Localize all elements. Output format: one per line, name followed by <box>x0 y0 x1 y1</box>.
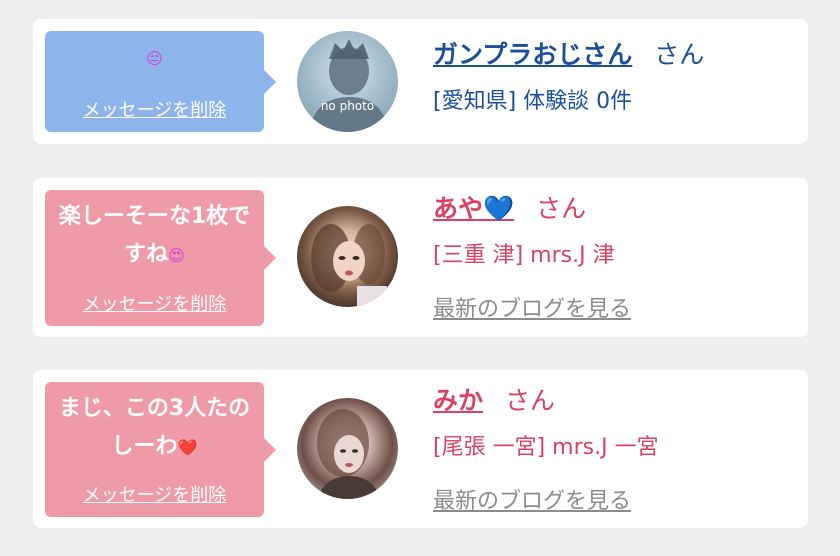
delete-message-link[interactable]: メッセージを削除 <box>45 290 264 316</box>
user-location-line: [愛知県] 体験談 0件 <box>433 83 704 115</box>
honorific: さん <box>654 40 705 69</box>
message-bubble: 楽しーそーな1枚ですね😍 メッセージを削除 <box>45 190 276 326</box>
message-text: 😐 <box>45 45 264 72</box>
red-heart-icon: ❤️ <box>177 438 198 457</box>
blue-heart-icon: 💙 <box>483 194 515 223</box>
heart-eyes-icon: 😍 <box>168 246 185 265</box>
user-name-link[interactable]: みか <box>433 386 483 415</box>
latest-blog-link[interactable]: 最新のブログを見る <box>433 483 659 515</box>
user-info: あや💙 さん [三重 津] mrs.J 津 最新のブログを見る <box>433 190 631 323</box>
user-photo <box>311 224 387 307</box>
user-location-line: [尾張 一宮] mrs.J 一宮 <box>433 429 659 461</box>
user-location: [尾張 一宮] <box>433 435 546 460</box>
user-name-line: みか さん <box>433 382 659 420</box>
user-location: [愛知県] <box>433 89 517 114</box>
message-body: 楽しーそーな1枚ですね <box>58 204 251 267</box>
user-name-line: ガンプラおじさん さん <box>433 36 704 74</box>
user-location: [三重 津] <box>433 243 524 268</box>
message-text: まじ、この3人たのしーわ❤️ <box>45 390 264 467</box>
message-card: まじ、この3人たのしーわ❤️ メッセージを削除 みか さん [尾張 一宮] mrs… <box>33 370 808 528</box>
honorific: さん <box>505 386 556 415</box>
avatar[interactable]: no photo <box>297 31 398 132</box>
user-detail: 体験談 0件 <box>523 89 633 114</box>
user-detail: mrs.J 津 <box>530 243 615 268</box>
user-info: ガンプラおじさん さん [愛知県] 体験談 0件 <box>433 36 704 115</box>
latest-blog-link[interactable]: 最新のブログを見る <box>433 291 631 323</box>
neutral-face-icon: 😐 <box>146 49 163 68</box>
no-photo-caption: no photo <box>320 99 375 113</box>
user-name-link[interactable]: ガンプラおじさん <box>433 40 632 69</box>
delete-message-link[interactable]: メッセージを削除 <box>45 481 264 507</box>
message-card: 楽しーそーな1枚ですね😍 メッセージを削除 あや💙 さん [三重 津] mrs.J… <box>33 178 808 337</box>
user-detail: mrs.J 一宮 <box>552 435 659 460</box>
no-photo-silhouette-icon <box>309 39 389 132</box>
user-info: みか さん [尾張 一宮] mrs.J 一宮 最新のブログを見る <box>433 382 659 515</box>
message-list: 😐 メッセージを削除 no photo ガンプラおじさん さん [愛知県] 体験談… <box>0 0 840 556</box>
message-bubble: まじ、この3人たのしーわ❤️ メッセージを削除 <box>45 382 276 517</box>
avatar[interactable] <box>297 398 398 499</box>
honorific: さん <box>536 194 587 223</box>
delete-message-link[interactable]: メッセージを削除 <box>45 96 264 122</box>
message-card: 😐 メッセージを削除 no photo ガンプラおじさん さん [愛知県] 体験談… <box>33 19 808 144</box>
message-bubble: 😐 メッセージを削除 <box>45 31 276 132</box>
user-name-link[interactable]: あや💙 <box>433 194 514 223</box>
message-text: 楽しーそーな1枚ですね😍 <box>45 198 264 275</box>
user-name-line: あや💙 さん <box>433 190 631 228</box>
user-name: あや <box>433 194 484 223</box>
avatar[interactable] <box>297 206 398 307</box>
user-location-line: [三重 津] mrs.J 津 <box>433 237 631 269</box>
user-photo <box>317 409 381 499</box>
message-body: まじ、この3人たのしーわ <box>58 396 251 459</box>
